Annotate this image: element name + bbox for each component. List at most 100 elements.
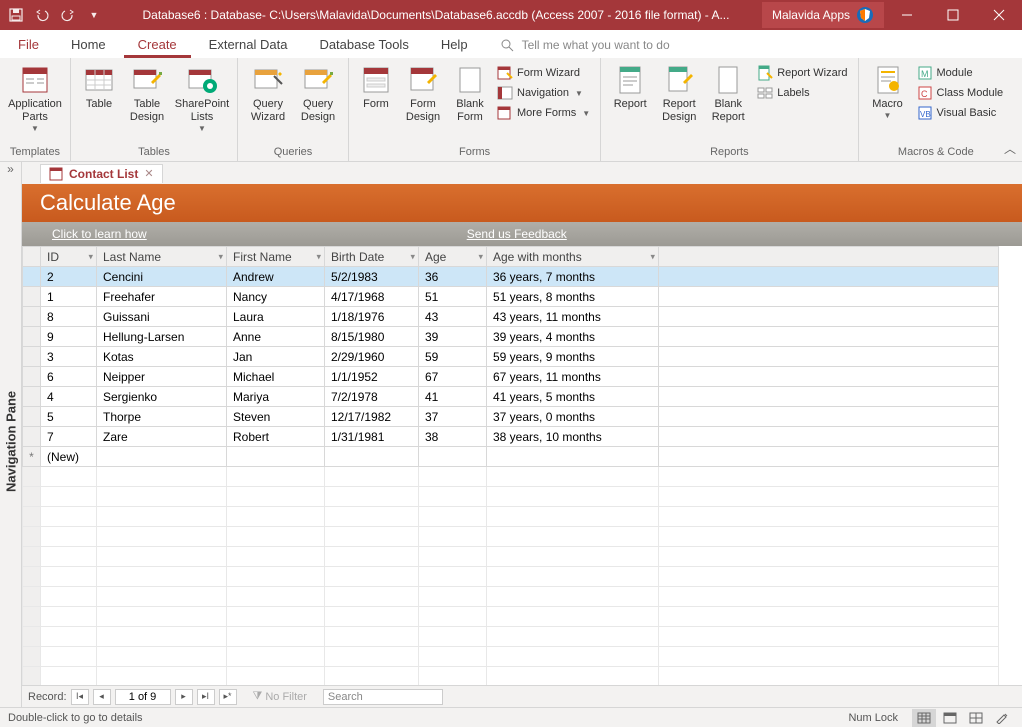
cell-birth-date[interactable]: 2/29/1960: [325, 347, 419, 367]
undo-button[interactable]: [30, 3, 54, 27]
next-record-button[interactable]: ▸: [175, 689, 193, 705]
row-header[interactable]: [23, 267, 41, 287]
collapse-ribbon-icon[interactable]: ︿: [1004, 140, 1016, 157]
cell-age-months[interactable]: 67 years, 11 months: [487, 367, 659, 387]
row-header[interactable]: [23, 427, 41, 447]
table-row[interactable]: 5ThorpeSteven12/17/19823737 years, 0 mon…: [23, 407, 999, 427]
table-row[interactable]: 2CenciniAndrew5/2/19833636 years, 7 mont…: [23, 267, 999, 287]
table-button[interactable]: Table: [77, 62, 121, 113]
redo-button[interactable]: [56, 3, 80, 27]
cell-id[interactable]: 8: [41, 307, 97, 327]
row-header[interactable]: [23, 307, 41, 327]
tab-create[interactable]: Create: [124, 31, 191, 58]
blank-report-button[interactable]: Blank Report: [705, 62, 751, 126]
cell-age-months[interactable]: 38 years, 10 months: [487, 427, 659, 447]
cell-last-name[interactable]: Zare: [97, 427, 227, 447]
cell-birth-date[interactable]: 5/2/1983: [325, 267, 419, 287]
record-position-input[interactable]: [115, 689, 171, 705]
col-header-last-name[interactable]: Last Name▾: [97, 247, 227, 267]
cell-age-months[interactable]: 59 years, 9 months: [487, 347, 659, 367]
cell-age[interactable]: 38: [419, 427, 487, 447]
cell-first-name[interactable]: Jan: [227, 347, 325, 367]
module-button[interactable]: MModule: [915, 64, 1006, 82]
col-header-id[interactable]: ID▾: [41, 247, 97, 267]
cell-id[interactable]: 1: [41, 287, 97, 307]
cell-birth-date[interactable]: 1/31/1981: [325, 427, 419, 447]
cell-last-name[interactable]: Neipper: [97, 367, 227, 387]
navigation-button[interactable]: Navigation▼: [495, 84, 592, 102]
cell-birth-date[interactable]: 1/18/1976: [325, 307, 419, 327]
macro-button[interactable]: Macro ▼: [865, 62, 911, 122]
class-module-button[interactable]: CClass Module: [915, 84, 1006, 102]
row-header[interactable]: [23, 287, 41, 307]
cell-birth-date[interactable]: 12/17/1982: [325, 407, 419, 427]
qat-customize-icon[interactable]: ▼: [82, 3, 106, 27]
cell-blank[interactable]: [659, 307, 999, 327]
cell-age[interactable]: 59: [419, 347, 487, 367]
cell-birth-date[interactable]: 1/1/1952: [325, 367, 419, 387]
new-record-row[interactable]: *(New): [23, 447, 999, 467]
cell-age-months[interactable]: 39 years, 4 months: [487, 327, 659, 347]
cell-first-name[interactable]: Michael: [227, 367, 325, 387]
last-record-button[interactable]: ▸I: [197, 689, 215, 705]
cell-blank[interactable]: [659, 427, 999, 447]
cell-age[interactable]: 36: [419, 267, 487, 287]
report-design-button[interactable]: Report Design: [655, 62, 703, 126]
cell-age-months[interactable]: 43 years, 11 months: [487, 307, 659, 327]
table-row[interactable]: 6NeipperMichael1/1/19526767 years, 11 mo…: [23, 367, 999, 387]
cell-blank[interactable]: [659, 287, 999, 307]
table-row[interactable]: 4SergienkoMariya7/2/19784141 years, 5 mo…: [23, 387, 999, 407]
new-record-button[interactable]: ▸*: [219, 689, 237, 705]
cell-age[interactable]: 51: [419, 287, 487, 307]
form-view-button[interactable]: [938, 709, 962, 727]
row-header[interactable]: [23, 407, 41, 427]
malavida-apps-badge[interactable]: Malavida Apps: [762, 2, 884, 28]
table-row[interactable]: 9Hellung-LarsenAnne8/15/19803939 years, …: [23, 327, 999, 347]
cell-id[interactable]: 3: [41, 347, 97, 367]
save-button[interactable]: [4, 3, 28, 27]
cell-age-months[interactable]: 37 years, 0 months: [487, 407, 659, 427]
cell-last-name[interactable]: Guissani: [97, 307, 227, 327]
learn-how-link[interactable]: Click to learn how: [52, 227, 147, 241]
report-wizard-button[interactable]: Report Wizard: [755, 64, 849, 82]
table-design-button[interactable]: Table Design: [123, 62, 171, 126]
tell-me-search[interactable]: Tell me what you want to do: [486, 32, 684, 58]
datasheet-view-button[interactable]: [912, 709, 936, 727]
application-parts-button[interactable]: Application Parts ▼: [6, 62, 64, 135]
labels-button[interactable]: Labels: [755, 84, 849, 102]
table-row[interactable]: 8GuissaniLaura1/18/19764343 years, 11 mo…: [23, 307, 999, 327]
cell-first-name[interactable]: Laura: [227, 307, 325, 327]
feedback-link[interactable]: Send us Feedback: [467, 227, 567, 241]
cell-last-name[interactable]: Freehafer: [97, 287, 227, 307]
cell-id[interactable]: 7: [41, 427, 97, 447]
cell-last-name[interactable]: Hellung-Larsen: [97, 327, 227, 347]
cell-birth-date[interactable]: 4/17/1968: [325, 287, 419, 307]
search-input[interactable]: [323, 689, 443, 705]
cell-first-name[interactable]: Steven: [227, 407, 325, 427]
col-header-age[interactable]: Age▾: [419, 247, 487, 267]
cell-birth-date[interactable]: 7/2/1978: [325, 387, 419, 407]
cell-age[interactable]: 67: [419, 367, 487, 387]
cell-first-name[interactable]: Anne: [227, 327, 325, 347]
cell-age-months[interactable]: 36 years, 7 months: [487, 267, 659, 287]
cell-age[interactable]: 37: [419, 407, 487, 427]
cell-last-name[interactable]: Cencini: [97, 267, 227, 287]
query-wizard-button[interactable]: Query Wizard: [244, 62, 292, 126]
cell-id[interactable]: 4: [41, 387, 97, 407]
cell-birth-date[interactable]: 8/15/1980: [325, 327, 419, 347]
cell-blank[interactable]: [659, 267, 999, 287]
cell-id[interactable]: 6: [41, 367, 97, 387]
cell-blank[interactable]: [659, 407, 999, 427]
tab-file[interactable]: File: [4, 31, 53, 58]
datasheet[interactable]: ID▾ Last Name▾ First Name▾ Birth Date▾ A…: [22, 246, 1022, 685]
expand-nav-icon[interactable]: »: [0, 162, 22, 176]
select-all-corner[interactable]: [23, 247, 41, 267]
cell-first-name[interactable]: Nancy: [227, 287, 325, 307]
tab-help[interactable]: Help: [427, 31, 482, 58]
cell-id[interactable]: 9: [41, 327, 97, 347]
report-button[interactable]: Report: [607, 62, 653, 113]
prev-record-button[interactable]: ◂: [93, 689, 111, 705]
close-button[interactable]: [976, 0, 1022, 30]
cell-first-name[interactable]: Robert: [227, 427, 325, 447]
form-button[interactable]: Form: [355, 62, 397, 113]
